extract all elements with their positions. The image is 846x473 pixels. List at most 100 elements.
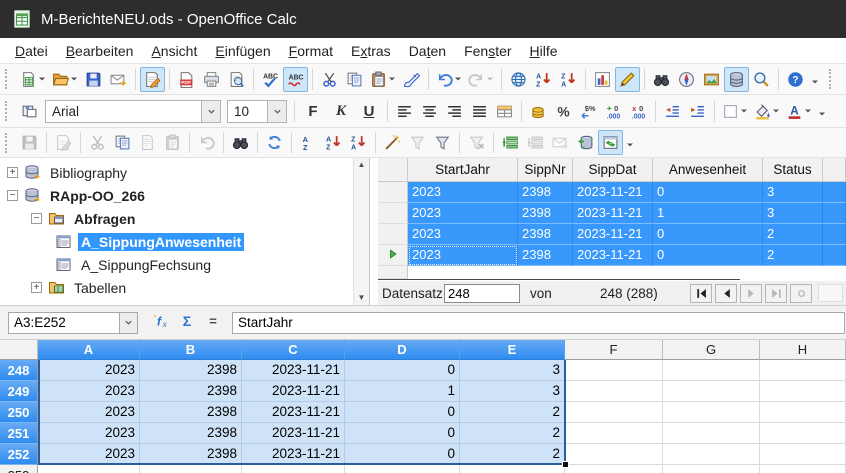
navigator-button[interactable]	[674, 67, 699, 92]
menu-datei[interactable]: Datei	[6, 40, 57, 62]
sort-ascending-button[interactable]: AZ	[531, 67, 556, 92]
cell[interactable]: 2023	[38, 402, 140, 423]
cell[interactable]: 2	[460, 402, 565, 423]
cell[interactable]	[565, 381, 663, 402]
page-preview-button[interactable]	[224, 67, 249, 92]
cell-current[interactable]: 2023	[408, 245, 518, 266]
underline-button[interactable]: U	[355, 99, 383, 124]
menu-extras[interactable]: Extras	[342, 40, 400, 62]
cell[interactable]	[565, 423, 663, 444]
spellcheck-button[interactable]: ABC	[258, 67, 283, 92]
align-left-button[interactable]	[392, 99, 417, 124]
column-header-status[interactable]: Status	[763, 158, 823, 182]
combo-arrow-button[interactable]	[267, 101, 286, 122]
percent-format-button[interactable]: %	[551, 99, 576, 124]
new-record-button[interactable]	[790, 284, 812, 303]
cell[interactable]: 3	[763, 203, 823, 224]
zoom-button[interactable]	[749, 67, 774, 92]
collapse-icon[interactable]: −	[31, 213, 42, 224]
cell[interactable]: 2398	[140, 444, 242, 465]
cell[interactable]	[663, 465, 760, 473]
cell[interactable]: 2023-11-21	[242, 423, 345, 444]
function-wizard-button[interactable]: fx	[148, 311, 174, 335]
export-pdf-button[interactable]: PDF	[174, 67, 199, 92]
cell[interactable]: 2023-11-21	[242, 402, 345, 423]
cell[interactable]: 2023	[38, 444, 140, 465]
sort-button[interactable]: AZ	[296, 130, 321, 155]
toolbar-grip[interactable]	[5, 101, 12, 121]
refresh-button[interactable]	[262, 130, 287, 155]
first-record-button[interactable]	[690, 284, 712, 303]
cell[interactable]: 3	[460, 360, 565, 381]
cell[interactable]	[345, 465, 460, 473]
cell[interactable]: 2023	[408, 224, 518, 245]
tree-item-abfragen[interactable]: − Abfragen	[0, 207, 369, 230]
standard-filter-button[interactable]	[430, 130, 455, 155]
gallery-button[interactable]	[699, 67, 724, 92]
grid-horizontal-scrollbar[interactable]	[818, 284, 843, 302]
toolbar-overflow-button[interactable]	[815, 99, 828, 124]
align-justify-button[interactable]	[467, 99, 492, 124]
cell[interactable]: 2023-11-21	[242, 360, 345, 381]
cell[interactable]: 2	[763, 224, 823, 245]
cell[interactable]: 1	[345, 381, 460, 402]
cell[interactable]: 2398	[518, 245, 573, 266]
edit-data-button[interactable]	[51, 130, 76, 155]
tree-scrollbar[interactable]: ▲ ▼	[353, 158, 369, 305]
toolbar-grip[interactable]	[5, 133, 12, 153]
combo-arrow-button[interactable]	[201, 101, 220, 122]
data-to-text-button[interactable]	[498, 130, 523, 155]
cell[interactable]: 2023-11-21	[573, 203, 653, 224]
standard-format-button[interactable]: $%	[576, 99, 601, 124]
paste-record-button[interactable]	[160, 130, 185, 155]
cell[interactable]: 0	[345, 360, 460, 381]
sort-descending-button[interactable]: ZA	[556, 67, 581, 92]
grid-row-current[interactable]: 2023 2398 2023-11-21 0 2	[378, 245, 846, 266]
currency-format-button[interactable]	[526, 99, 551, 124]
autofilter-button[interactable]	[380, 130, 405, 155]
tree-item-a-sippungfechsung[interactable]: A_SippungFechsung	[0, 253, 369, 276]
column-header-d[interactable]: D	[345, 340, 460, 360]
cell[interactable]	[565, 465, 663, 473]
collapse-icon[interactable]: −	[7, 190, 18, 201]
cell[interactable]: 2398	[140, 381, 242, 402]
hyperlink-button[interactable]	[506, 67, 531, 92]
font-name-combobox[interactable]: Arial	[45, 100, 221, 123]
name-box-input[interactable]	[9, 315, 119, 330]
column-header-anwesenheit[interactable]: Anwesenheit	[653, 158, 763, 182]
tree-item-bibliography[interactable]: + Bibliography	[0, 161, 369, 184]
menu-ansicht[interactable]: Ansicht	[142, 40, 206, 62]
row-header[interactable]: 253	[0, 465, 38, 473]
cell[interactable]	[760, 360, 846, 381]
cell[interactable]: 2398	[140, 360, 242, 381]
scroll-up-icon[interactable]: ▲	[358, 160, 366, 170]
current-record-indicator[interactable]	[378, 245, 408, 266]
cell[interactable]	[565, 360, 663, 381]
cell[interactable]	[760, 423, 846, 444]
align-center-button[interactable]	[417, 99, 442, 124]
add-decimal-button[interactable]: +0.000	[601, 99, 626, 124]
menu-bearbeiten[interactable]: Bearbeiten	[57, 40, 143, 62]
apply-filter-button[interactable]	[405, 130, 430, 155]
tree-item-rapp-oo-266[interactable]: − RApp-OO_266	[0, 184, 369, 207]
copy-record-button[interactable]	[110, 130, 135, 155]
menu-daten[interactable]: Daten	[400, 40, 455, 62]
borders-button[interactable]	[719, 99, 751, 124]
row-header[interactable]: 250	[0, 402, 38, 423]
cell[interactable]	[565, 402, 663, 423]
save-record-button[interactable]	[17, 130, 42, 155]
draw-functions-button[interactable]	[615, 67, 640, 92]
row-selector[interactable]	[378, 266, 408, 279]
column-header-f[interactable]: F	[565, 340, 663, 360]
find-record-button[interactable]	[228, 130, 253, 155]
cell[interactable]: 2398	[140, 423, 242, 444]
save-button[interactable]	[81, 67, 106, 92]
cell[interactable]: 2	[763, 245, 823, 266]
increase-indent-button[interactable]	[685, 99, 710, 124]
tree-item-a-sippunganwesenheit[interactable]: A_SippungAnwesenheit	[0, 230, 369, 253]
cell[interactable]: 2023-11-21	[573, 224, 653, 245]
cell[interactable]: 2023	[38, 381, 140, 402]
edit-file-button[interactable]	[140, 67, 165, 92]
cell[interactable]: 2398	[518, 224, 573, 245]
toolbar-grip[interactable]	[5, 69, 12, 89]
